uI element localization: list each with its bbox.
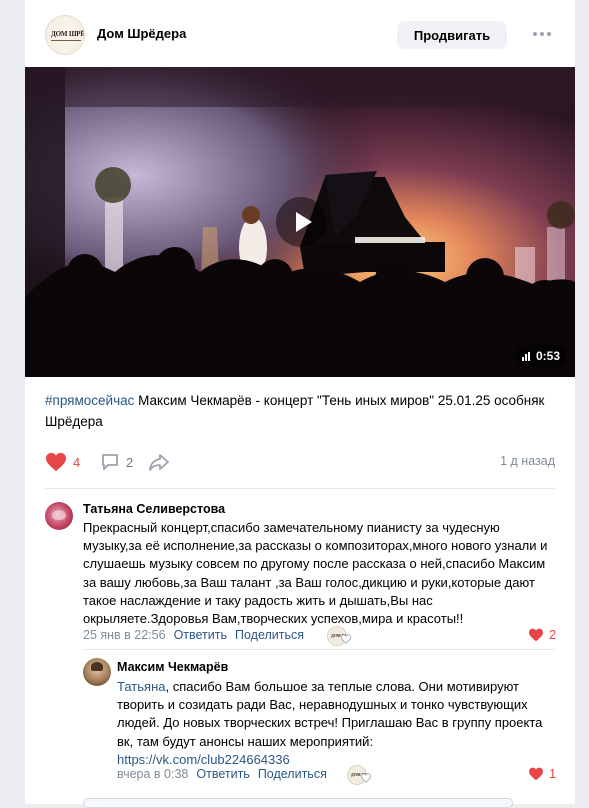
views-bars-icon xyxy=(522,351,530,361)
comment-button[interactable]: 2 xyxy=(100,448,133,476)
replier-avatar[interactable] xyxy=(83,658,111,686)
comments-divider xyxy=(45,488,555,489)
commenter-avatar[interactable] xyxy=(45,502,73,530)
comment-like-count: 2 xyxy=(549,627,557,642)
share-link[interactable]: Поделиться xyxy=(235,628,304,642)
heart-icon xyxy=(46,452,66,472)
comment-icon xyxy=(102,454,118,470)
reply-url-link[interactable]: https://vk.com/club224664336 xyxy=(117,752,290,767)
post-time-ago: 1 д назад xyxy=(500,454,555,468)
post-author[interactable]: Дом Шрёдера xyxy=(97,26,186,41)
reply-reply-link[interactable]: Ответить xyxy=(196,767,249,781)
reply-meta: вчера в 0:38 Ответить Поделиться xyxy=(117,767,327,781)
comment-meta: 25 янв в 22:56 Ответить Поделиться xyxy=(83,628,304,642)
heart-icon xyxy=(529,628,543,641)
share-arrow-icon xyxy=(149,454,169,471)
reply-body: , спасибо Вам большое за теплые слова. О… xyxy=(117,679,543,749)
video-duration: 0:53 xyxy=(536,349,561,363)
post-text: #прямосейчас Максим Чекмарёв - концерт "… xyxy=(45,390,555,432)
post-header: ДОМ ШРЁДЕРА Дом Шрёдера Продвигать xyxy=(25,0,575,67)
share-button[interactable] xyxy=(147,448,171,476)
play-button[interactable] xyxy=(276,197,326,247)
comment-count: 2 xyxy=(126,454,134,470)
comment-input[interactable] xyxy=(83,798,513,808)
reply-text: Татьяна, спасибо Вам большое за теплые с… xyxy=(117,678,557,769)
author-liked-heart-icon xyxy=(341,634,351,644)
video-duration-badge: 0:53 xyxy=(516,345,568,367)
avatar-logo-text: ДОМ ШРЁДЕРА xyxy=(51,30,85,38)
reply-divider xyxy=(83,649,555,650)
reply-author[interactable]: Максим Чекмарёв xyxy=(117,660,228,674)
like-count: 4 xyxy=(73,454,81,470)
reply-mention[interactable]: Татьяна xyxy=(117,679,165,694)
reply-like-count: 1 xyxy=(549,766,557,781)
reply-share-link[interactable]: Поделиться xyxy=(258,767,327,781)
reply-date: вчера в 0:38 xyxy=(117,767,189,781)
comment-like-button[interactable]: 2 xyxy=(528,627,556,642)
post-actions: 4 2 1 д назад xyxy=(45,448,555,476)
author-liked-heart-icon xyxy=(361,773,371,783)
video-player[interactable]: 0:53 xyxy=(25,67,575,377)
more-options-icon[interactable] xyxy=(531,28,553,40)
reply-link[interactable]: Ответить xyxy=(174,628,227,642)
promote-button[interactable]: Продвигать xyxy=(397,21,507,49)
community-avatar[interactable]: ДОМ ШРЁДЕРА xyxy=(45,15,85,55)
reply-like-button[interactable]: 1 xyxy=(528,766,556,781)
comment-date: 25 янв в 22:56 xyxy=(83,628,166,642)
comment-author[interactable]: Татьяна Селиверстова xyxy=(83,502,225,516)
avatar-logo-line xyxy=(51,40,81,41)
post-hashtag[interactable]: #прямосейчас xyxy=(45,393,134,408)
heart-icon xyxy=(529,767,543,780)
comment-text: Прекрасный концерт,спасибо замечательном… xyxy=(83,520,548,627)
post-card: ДОМ ШРЁДЕРА Дом Шрёдера Продвигать xyxy=(25,0,575,808)
like-button[interactable]: 4 xyxy=(45,448,80,476)
